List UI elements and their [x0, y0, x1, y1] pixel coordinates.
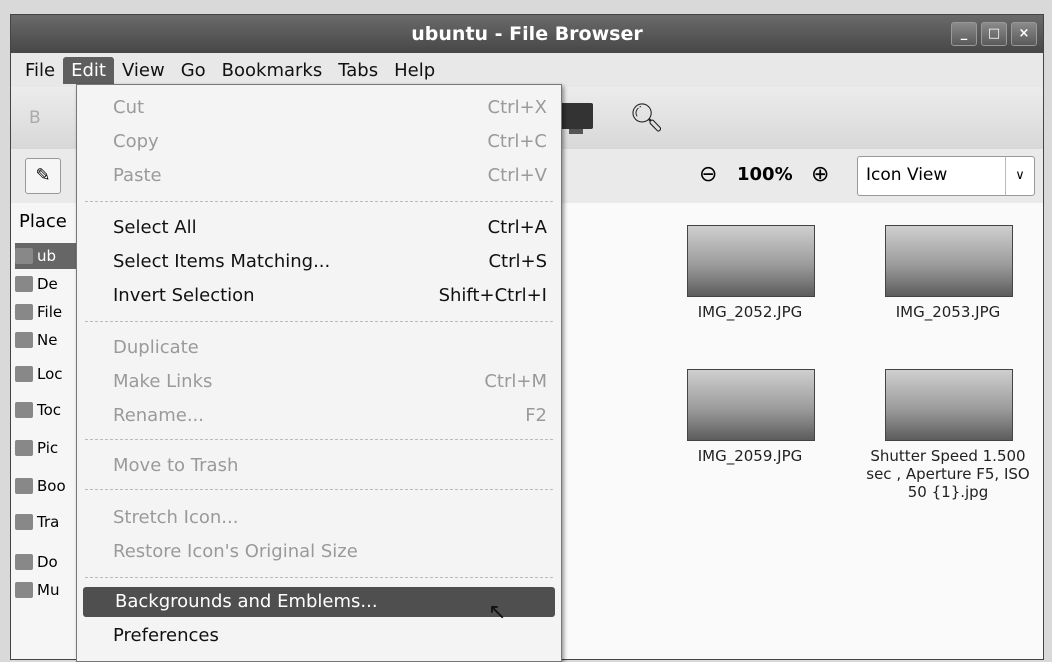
menu-item-select-all[interactable]: Select All Ctrl+A [113, 213, 547, 243]
zoom-out-icon[interactable]: ⊖ [699, 162, 717, 187]
close-button[interactable]: × [1011, 22, 1037, 46]
pencil-icon: ✎ [35, 165, 51, 186]
menu-item-backgrounds-and-emblems[interactable]: Backgrounds and Emblems... [83, 587, 555, 617]
folder-icon [15, 582, 33, 598]
file-name[interactable]: Shutter Speed 1.500 sec , Aperture F5, I… [863, 447, 1033, 501]
sidebar-item-network[interactable]: Ne [15, 327, 57, 353]
menu-separator [85, 321, 553, 323]
menu-separator [85, 489, 553, 491]
desktop-icon [15, 276, 33, 292]
file-thumbnail[interactable] [885, 369, 1013, 441]
menu-separator [85, 577, 553, 579]
menu-edit[interactable]: Edit [63, 56, 114, 84]
mouse-cursor-icon: ↖ [488, 600, 507, 625]
file-thumbnail[interactable] [885, 225, 1013, 297]
drive-icon [15, 304, 33, 320]
edit-location-button[interactable]: ✎ [25, 158, 61, 194]
view-mode-select[interactable]: Icon View ∨ [857, 156, 1035, 196]
menu-item-preferences[interactable]: Preferences [113, 621, 547, 651]
menu-item-restore-icon-size[interactable]: Restore Icon's Original Size [113, 537, 547, 567]
menu-separator [85, 439, 553, 441]
zoom-in-icon[interactable]: ⊕ [811, 162, 829, 187]
menu-item-select-items-matching[interactable]: Select Items Matching... Ctrl+S [113, 247, 547, 277]
menu-item-rename[interactable]: Rename... F2 [113, 401, 547, 431]
folder-icon [15, 366, 33, 382]
folder-icon [15, 478, 33, 494]
file-name[interactable]: IMG_2052.JPG [665, 303, 835, 321]
sidebar-item-pictures[interactable]: Pic [15, 435, 58, 461]
chevron-down-icon: ∨ [1005, 157, 1034, 195]
places-heading: Place [19, 211, 67, 232]
menu-tabs[interactable]: Tabs [330, 57, 386, 84]
minimize-button[interactable]: _ [951, 22, 977, 46]
network-icon [15, 332, 33, 348]
folder-icon [15, 248, 33, 264]
sidebar-item-music[interactable]: Mu [15, 577, 59, 603]
menu-item-copy[interactable]: Copy Ctrl+C [113, 127, 547, 157]
file-name[interactable]: IMG_2059.JPG [665, 447, 835, 465]
folder-icon [15, 440, 33, 456]
title-bar[interactable]: ubuntu - File Browser _ □ × [11, 15, 1043, 53]
sidebar-item-books[interactable]: Boo [15, 473, 66, 499]
sidebar-item-filesystem[interactable]: File [15, 299, 62, 325]
sidebar-item-local[interactable]: Loc [15, 361, 63, 387]
menu-item-make-links[interactable]: Make Links Ctrl+M [113, 367, 547, 397]
computer-icon[interactable] [559, 103, 593, 134]
maximize-button[interactable]: □ [981, 22, 1007, 46]
menu-item-paste[interactable]: Paste Ctrl+V [113, 161, 547, 191]
menu-go[interactable]: Go [173, 57, 214, 84]
menu-separator [85, 201, 553, 203]
sidebar-item-trash[interactable]: Tra [15, 509, 59, 535]
file-thumbnail[interactable] [687, 225, 815, 297]
sidebar-item-desktop[interactable]: De [15, 271, 58, 297]
zoom-level[interactable]: 100% [737, 164, 793, 185]
window-title: ubuntu - File Browser [411, 23, 643, 45]
menu-item-move-to-trash[interactable]: Move to Trash [113, 451, 547, 481]
sidebar-item-documents[interactable]: Do [15, 549, 58, 575]
trash-icon [15, 514, 33, 530]
menu-help[interactable]: Help [386, 57, 443, 84]
menu-item-stretch-icon[interactable]: Stretch Icon... [113, 503, 547, 533]
menu-bar: File Edit View Go Bookmarks Tabs Help [11, 53, 1043, 87]
edit-menu: Cut Ctrl+X Copy Ctrl+C Paste Ctrl+V Select … [76, 84, 562, 662]
sidebar-item-tools[interactable]: Toc [15, 397, 61, 423]
view-mode-value: Icon View [866, 165, 948, 185]
file-name[interactable]: IMG_2053.JPG [863, 303, 1033, 321]
menu-item-cut[interactable]: Cut Ctrl+X [113, 93, 547, 123]
file-thumbnail[interactable] [687, 369, 815, 441]
folder-icon [15, 402, 33, 418]
menu-item-invert-selection[interactable]: Invert Selection Shift+Ctrl+I [113, 281, 547, 311]
search-icon[interactable]: 🔍︎ [629, 101, 665, 134]
folder-icon [15, 554, 33, 570]
menu-bookmarks[interactable]: Bookmarks [214, 57, 331, 84]
menu-file[interactable]: File [17, 57, 63, 84]
menu-item-duplicate[interactable]: Duplicate [113, 333, 547, 363]
menu-view[interactable]: View [114, 57, 173, 84]
